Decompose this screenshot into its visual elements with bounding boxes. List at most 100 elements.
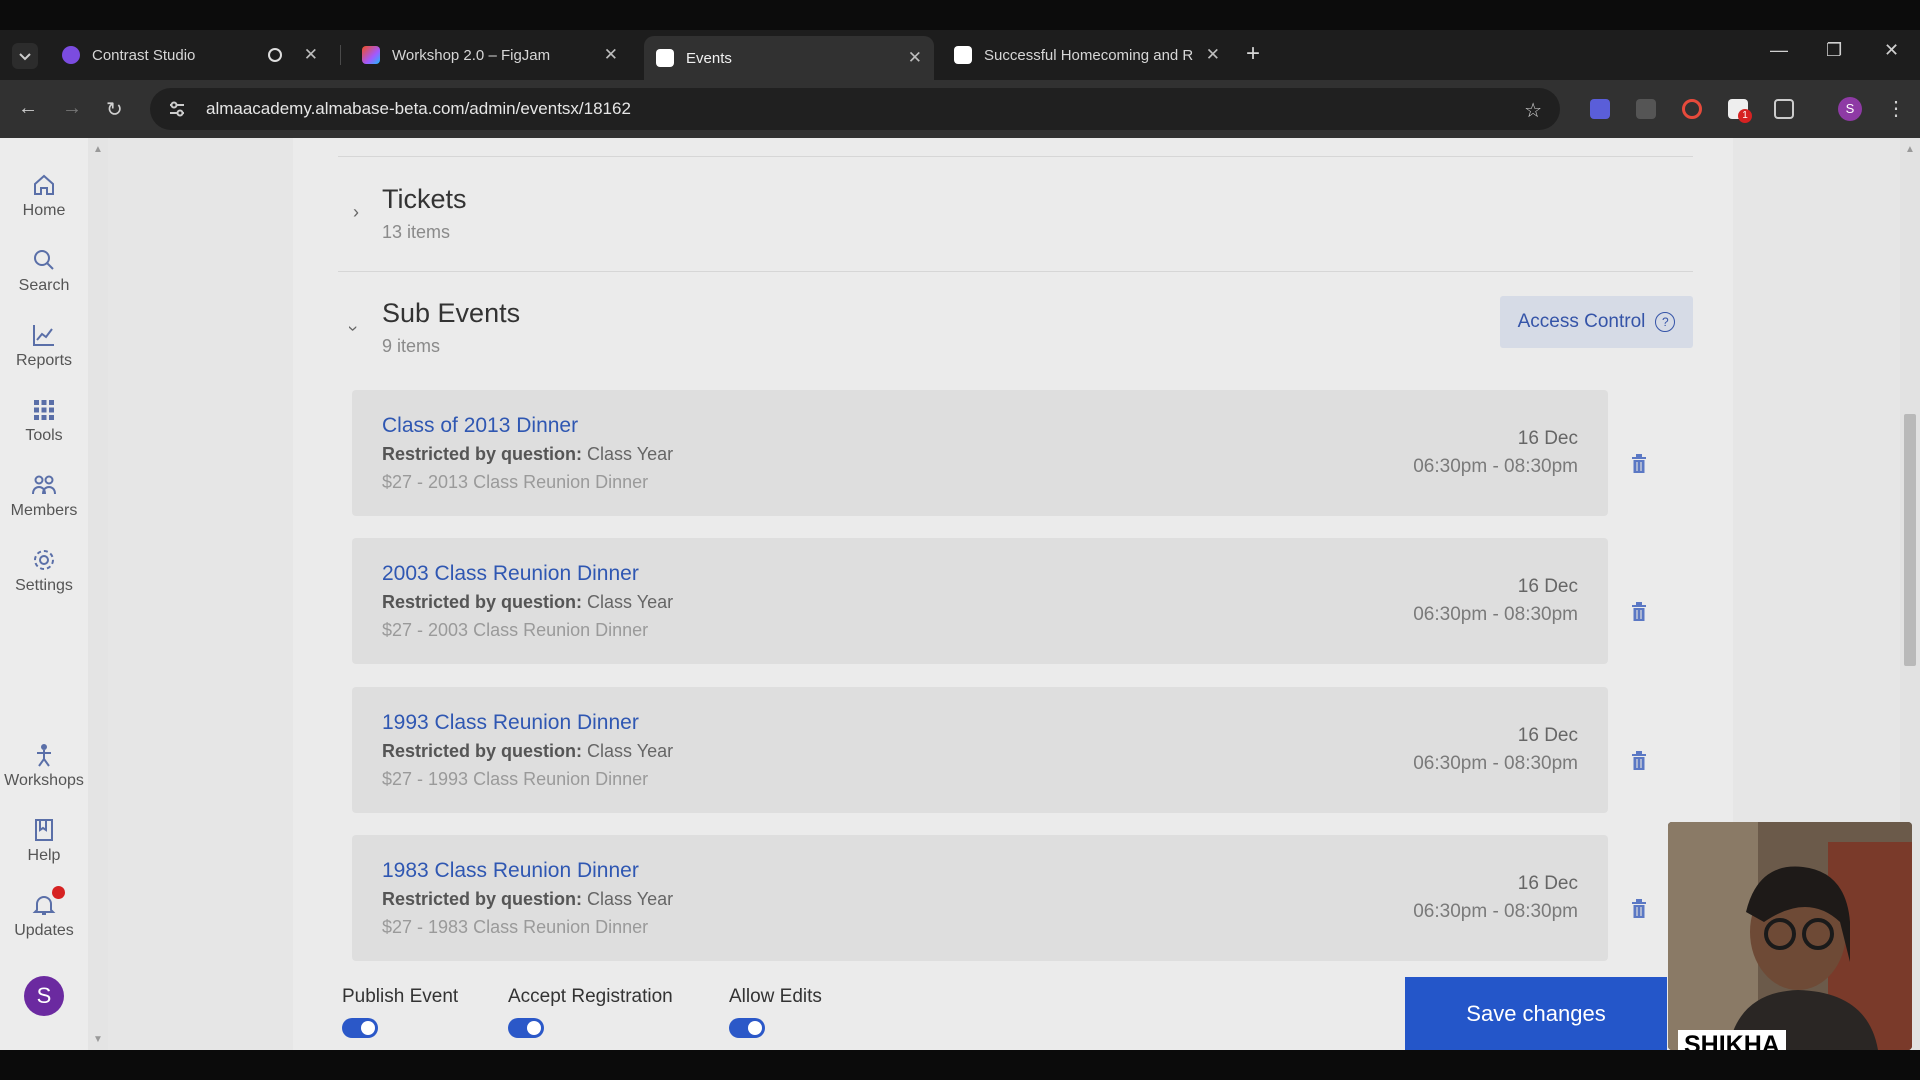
app-area: Home Search Reports Tools Members Settin… (0, 138, 1920, 1050)
tab-contrast-studio[interactable]: Contrast Studio ✕ (50, 37, 330, 73)
tab-search-button[interactable] (12, 43, 38, 69)
figma-favicon-icon (362, 46, 380, 64)
allow-edits-label: Allow Edits (729, 986, 822, 1007)
tab-title: Successful Homecoming and R (984, 46, 1194, 64)
sidebar-item-workshops[interactable]: Workshops (0, 742, 88, 790)
scroll-up-arrow-icon[interactable]: ▲ (1905, 144, 1915, 155)
recording-icon (267, 48, 282, 62)
minimize-button[interactable]: — (1770, 40, 1788, 61)
sub-event-time: 06:30pm - 08:30pm (1413, 604, 1578, 625)
sub-event-title[interactable]: 2003 Class Reunion Dinner (382, 562, 639, 586)
sub-event-time: 06:30pm - 08:30pm (1413, 901, 1578, 922)
toggle-knob (748, 1021, 762, 1035)
accept-registration-toggle[interactable] (508, 1018, 544, 1038)
scroll-up-arrow-icon[interactable]: ▲ (93, 144, 103, 155)
sidebar-item-search[interactable]: Search (0, 247, 88, 295)
trash-icon[interactable] (1630, 602, 1648, 622)
sidebar: Home Search Reports Tools Members Settin… (0, 138, 88, 1050)
tickets-count: 13 items (382, 222, 451, 242)
browser-profile-avatar[interactable]: S (1838, 97, 1862, 121)
sidebar-item-members[interactable]: Members (0, 472, 88, 520)
sidebar-item-settings[interactable]: Settings (0, 547, 88, 595)
url-text[interactable]: almaacademy.almabase-beta.com/admin/even… (206, 99, 631, 119)
sub-event-title[interactable]: Class of 2013 Dinner (382, 414, 578, 438)
restriction-label: Restricted by question: (382, 592, 583, 612)
sub-event-price: $27 - 1983 Class Reunion Dinner (382, 917, 649, 937)
tab-homecoming[interactable]: Successful Homecoming and R ✕ (942, 37, 1232, 73)
sub-event-price: $27 - 2003 Class Reunion Dinner (382, 620, 649, 640)
extension-badge-icon[interactable]: 1 (1728, 99, 1752, 123)
sub-event-date: 16 Dec (1517, 428, 1578, 449)
sidebar-item-home[interactable]: Home (0, 172, 88, 220)
screen-top-bar (0, 0, 1920, 30)
sub-event-date: 16 Dec (1517, 873, 1578, 894)
help-circle-icon: ? (1655, 312, 1676, 332)
user-avatar[interactable]: S (24, 976, 64, 1016)
trash-icon[interactable] (1630, 454, 1648, 474)
close-icon[interactable]: ✕ (604, 45, 618, 65)
trash-icon[interactable] (1630, 899, 1648, 919)
tickets-section-title[interactable]: Tickets (382, 184, 467, 215)
sidebar-item-tools[interactable]: Tools (0, 397, 88, 445)
new-tab-button[interactable]: + (1246, 40, 1260, 68)
back-button[interactable]: ← (18, 97, 38, 120)
tab-title: Workshop 2.0 – FigJam (392, 46, 551, 64)
sidebar-item-label: Search (18, 277, 70, 294)
address-bar[interactable]: almaacademy.almabase-beta.com/admin/even… (150, 88, 1560, 130)
allow-edits-toggle[interactable] (729, 1018, 765, 1038)
chevron-right-icon[interactable]: › (353, 202, 359, 223)
puzzle-icon[interactable] (1774, 99, 1794, 119)
gear-icon (34, 550, 54, 570)
restriction-label: Restricted by question: (382, 889, 583, 909)
grid-icon (34, 400, 54, 420)
reload-button[interactable]: ↻ (106, 97, 123, 122)
sidebar-item-label: Workshops (4, 772, 84, 789)
sidebar-scrollbar[interactable] (88, 138, 108, 1050)
restriction-label: Restricted by question: (382, 741, 583, 761)
sidebar-item-help[interactable]: Help (0, 817, 88, 865)
chevron-down-icon[interactable]: › (343, 326, 364, 332)
sidebar-item-reports[interactable]: Reports (0, 322, 88, 370)
home-icon (34, 174, 54, 195)
restriction-value: Class Year (587, 592, 674, 612)
sub-event-restriction: Restricted by question: Class Year (382, 741, 673, 762)
sub-event-price: $27 - 1993 Class Reunion Dinner (382, 769, 649, 789)
page-scrollbar-thumb[interactable] (1904, 414, 1916, 666)
screen-bottom-bar (0, 1050, 1920, 1080)
close-icon[interactable]: ✕ (304, 45, 318, 65)
scroll-down-arrow-icon[interactable]: ▼ (93, 1034, 103, 1045)
access-control-button[interactable]: Access Control ? (1500, 296, 1693, 348)
close-icon[interactable]: ✕ (1206, 45, 1220, 65)
bookmark-star-icon[interactable]: ☆ (1524, 98, 1542, 123)
toggle-knob (361, 1021, 375, 1035)
sub-event-card[interactable]: 2003 Class Reunion Dinner Restricted by … (352, 538, 1608, 664)
window-close-button[interactable]: ✕ (1884, 40, 1899, 61)
save-changes-button[interactable]: Save changes (1405, 977, 1667, 1050)
sub-event-card[interactable]: Class of 2013 Dinner Restricted by quest… (352, 390, 1608, 516)
sub-event-card[interactable]: 1983 Class Reunion Dinner Restricted by … (352, 835, 1608, 961)
tab-events[interactable]: Events ✕ (644, 36, 934, 80)
tab-figjam[interactable]: Workshop 2.0 – FigJam ✕ (350, 37, 630, 73)
extension-icon[interactable] (1636, 99, 1656, 119)
close-icon[interactable]: ✕ (908, 48, 922, 68)
extension-color-icon[interactable] (1682, 99, 1702, 119)
book-icon (35, 819, 53, 841)
forward-button[interactable]: → (62, 97, 82, 120)
extension-badge-count: 1 (1738, 109, 1752, 123)
restore-button[interactable]: ❐ (1826, 40, 1842, 61)
sub-event-card[interactable]: 1993 Class Reunion Dinner Restricted by … (352, 687, 1608, 813)
trash-icon[interactable] (1630, 751, 1648, 771)
sub-event-title[interactable]: 1983 Class Reunion Dinner (382, 859, 639, 883)
sub-events-section-title[interactable]: Sub Events (382, 298, 520, 329)
site-settings-icon (170, 101, 184, 117)
publish-event-toggle[interactable] (342, 1018, 378, 1038)
sub-event-time: 06:30pm - 08:30pm (1413, 456, 1578, 477)
kebab-menu-icon[interactable]: ⋮ (1886, 96, 1906, 121)
search-icon (34, 250, 54, 270)
sub-event-title[interactable]: 1993 Class Reunion Dinner (382, 711, 639, 735)
sidebar-item-updates[interactable]: Updates (0, 892, 88, 940)
almabase-favicon-icon (656, 49, 674, 67)
toggle-knob (527, 1021, 541, 1035)
sidebar-item-label: Settings (15, 577, 73, 594)
extension-gear-icon[interactable] (1590, 99, 1610, 119)
